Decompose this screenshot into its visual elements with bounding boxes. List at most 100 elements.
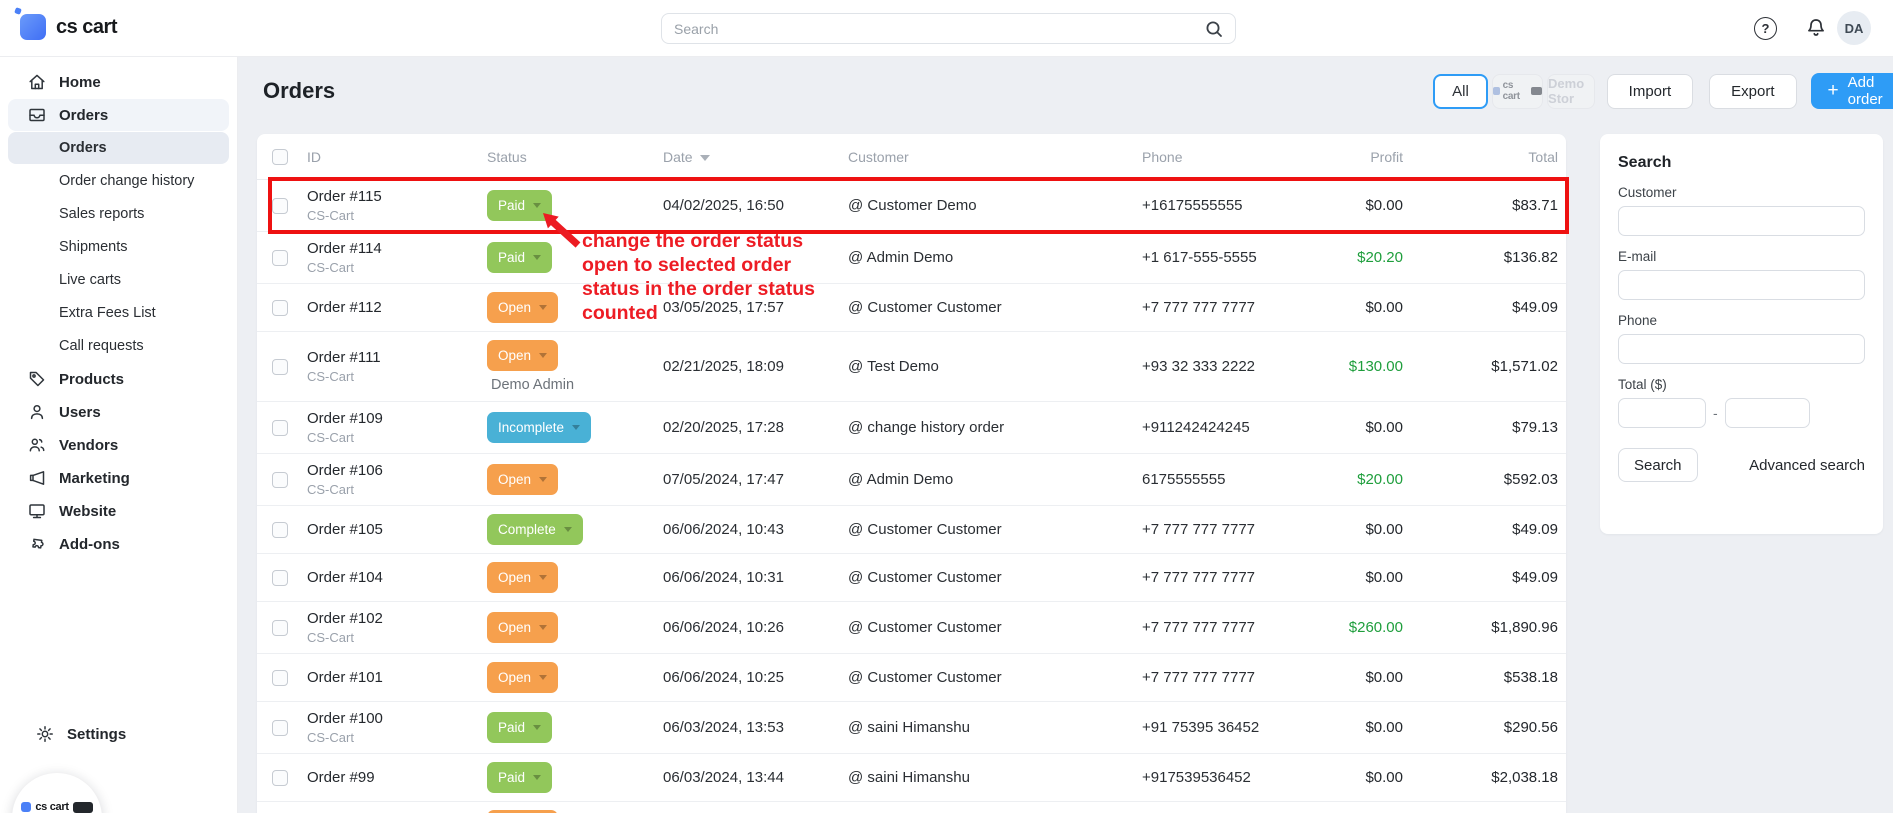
demo-store-widget[interactable]: cs cart: [12, 773, 102, 813]
sidebar-item-sales-reports[interactable]: Sales reports: [8, 198, 229, 230]
table-row[interactable]: Order #111CS-CartOpenDemo Admin02/21/202…: [257, 332, 1566, 402]
row-checkbox[interactable]: [272, 620, 288, 636]
order-id-link[interactable]: Order #114: [307, 240, 481, 257]
table-row[interactable]: Order #114CS-CartPaid@ Admin Demo+1 617-…: [257, 232, 1566, 284]
help-icon[interactable]: ?: [1754, 17, 1777, 40]
order-customer[interactable]: @ Customer Customer: [845, 569, 1139, 586]
row-checkbox[interactable]: [272, 670, 288, 686]
user-avatar[interactable]: DA: [1837, 11, 1871, 45]
status-badge[interactable]: Paid: [487, 242, 552, 273]
status-badge[interactable]: Paid: [487, 762, 552, 793]
storefront-tab-demo-store[interactable]: Demo Stor: [1547, 74, 1595, 109]
row-checkbox[interactable]: [272, 420, 288, 436]
storefront-tab-cscart[interactable]: cs cart: [1492, 74, 1543, 109]
table-row[interactable]: Order #106CS-CartOpen07/05/2024, 17:47@ …: [257, 454, 1566, 506]
table-row[interactable]: Order #104Open06/06/2024, 10:31@ Custome…: [257, 554, 1566, 602]
order-id-link[interactable]: Order #105: [307, 521, 481, 538]
status-badge[interactable]: Incomplete: [487, 412, 591, 443]
order-id-link[interactable]: Order #99: [307, 769, 481, 786]
order-customer[interactable]: @ Customer Customer: [845, 521, 1139, 538]
table-row[interactable]: Order #105Complete06/06/2024, 10:43@ Cus…: [257, 506, 1566, 554]
order-customer[interactable]: @ change history order: [845, 419, 1139, 436]
sidebar-item-orders[interactable]: Orders: [8, 99, 229, 131]
column-header-date[interactable]: Date: [659, 149, 845, 165]
order-id-link[interactable]: Order #106: [307, 462, 481, 479]
order-customer[interactable]: @ Test Demo: [845, 358, 1139, 375]
select-all-checkbox[interactable]: [272, 149, 288, 165]
row-checkbox[interactable]: [272, 300, 288, 316]
order-customer[interactable]: @ Customer Customer: [845, 669, 1139, 686]
sidebar-item-orders-list[interactable]: Orders: [8, 132, 229, 164]
table-row[interactable]: Order #102CS-CartOpen06/06/2024, 10:26@ …: [257, 602, 1566, 654]
sidebar-item-extra-fees-list[interactable]: Extra Fees List: [8, 297, 229, 329]
order-id-link[interactable]: Order #101: [307, 669, 481, 686]
row-checkbox[interactable]: [272, 522, 288, 538]
status-badge[interactable]: Open: [487, 340, 558, 371]
status-badge[interactable]: Paid: [487, 190, 552, 221]
cscart-logo[interactable]: cs cart: [20, 14, 117, 40]
sidebar-item-website[interactable]: Website: [8, 495, 229, 527]
status-badge[interactable]: Open: [487, 662, 558, 693]
table-row[interactable]: Order #112Open03/05/2025, 17:57@ Custome…: [257, 284, 1566, 332]
notifications-bell-icon[interactable]: [1804, 16, 1828, 40]
add-order-button[interactable]: + Add order: [1811, 73, 1893, 109]
search-button[interactable]: Search: [1618, 448, 1698, 482]
global-search-input[interactable]: [662, 21, 1204, 37]
row-checkbox[interactable]: [272, 720, 288, 736]
order-id-link[interactable]: Order #109: [307, 410, 481, 427]
status-badge[interactable]: Paid: [487, 712, 552, 743]
sidebar-item-call-requests[interactable]: Call requests: [8, 330, 229, 362]
sidebar-item-home[interactable]: Home: [8, 66, 229, 98]
total-from-field[interactable]: [1618, 398, 1706, 428]
sidebar-item-label: Order change history: [59, 173, 194, 189]
order-id-link[interactable]: Order #100: [307, 710, 481, 727]
sidebar-item-order-change-history[interactable]: Order change history: [8, 165, 229, 197]
total-to-field[interactable]: [1725, 398, 1810, 428]
order-customer[interactable]: @ saini Himanshu: [845, 719, 1139, 736]
table-row[interactable]: Order #98Open06/03/2024, 13:33@ Saini Hi…: [257, 802, 1566, 813]
row-checkbox[interactable]: [272, 250, 288, 266]
order-customer[interactable]: @ Customer Customer: [845, 299, 1139, 316]
customer-field[interactable]: [1618, 206, 1865, 236]
row-checkbox[interactable]: [272, 570, 288, 586]
phone-field[interactable]: [1618, 334, 1865, 364]
sidebar-item-users[interactable]: Users: [8, 396, 229, 428]
sidebar-item-live-carts[interactable]: Live carts: [8, 264, 229, 296]
advanced-search-link[interactable]: Advanced search: [1749, 457, 1865, 474]
order-id-link[interactable]: Order #111: [307, 349, 481, 366]
sidebar-item-vendors[interactable]: Vendors: [8, 429, 229, 461]
sidebar-item-settings[interactable]: Settings: [16, 718, 221, 750]
order-id-link[interactable]: Order #104: [307, 569, 481, 586]
storefront-tab-all[interactable]: All: [1433, 74, 1488, 109]
status-badge[interactable]: Open: [487, 292, 558, 323]
order-id-link[interactable]: Order #112: [307, 299, 481, 316]
table-row[interactable]: Order #100CS-CartPaid06/03/2024, 13:53@ …: [257, 702, 1566, 754]
export-button[interactable]: Export: [1709, 74, 1796, 109]
table-row[interactable]: Order #115CS-CartPaid04/02/2025, 16:50@ …: [257, 180, 1566, 232]
import-button[interactable]: Import: [1607, 74, 1694, 109]
sidebar-item-marketing[interactable]: Marketing: [8, 462, 229, 494]
table-row[interactable]: Order #109CS-CartIncomplete02/20/2025, 1…: [257, 402, 1566, 454]
sidebar-item-products[interactable]: Products: [8, 363, 229, 395]
order-customer[interactable]: @ Admin Demo: [845, 249, 1139, 266]
status-badge[interactable]: Open: [487, 464, 558, 495]
sidebar-item-add-ons[interactable]: Add-ons: [8, 528, 229, 560]
status-badge[interactable]: Open: [487, 562, 558, 593]
status-badge[interactable]: Open: [487, 612, 558, 643]
order-customer[interactable]: @ Admin Demo: [845, 471, 1139, 488]
order-customer[interactable]: @ Customer Demo: [845, 197, 1139, 214]
row-checkbox[interactable]: [272, 472, 288, 488]
row-checkbox[interactable]: [272, 198, 288, 214]
order-customer[interactable]: @ saini Himanshu: [845, 769, 1139, 786]
search-icon[interactable]: [1204, 19, 1224, 39]
order-id-link[interactable]: Order #102: [307, 610, 481, 627]
order-id-link[interactable]: Order #115: [307, 188, 481, 205]
row-checkbox[interactable]: [272, 770, 288, 786]
row-checkbox[interactable]: [272, 359, 288, 375]
order-customer[interactable]: @ Customer Customer: [845, 619, 1139, 636]
table-row[interactable]: Order #101Open06/06/2024, 10:25@ Custome…: [257, 654, 1566, 702]
status-badge[interactable]: Complete: [487, 514, 583, 545]
table-row[interactable]: Order #99Paid06/03/2024, 13:44@ saini Hi…: [257, 754, 1566, 802]
sidebar-item-shipments[interactable]: Shipments: [8, 231, 229, 263]
email-field[interactable]: [1618, 270, 1865, 300]
